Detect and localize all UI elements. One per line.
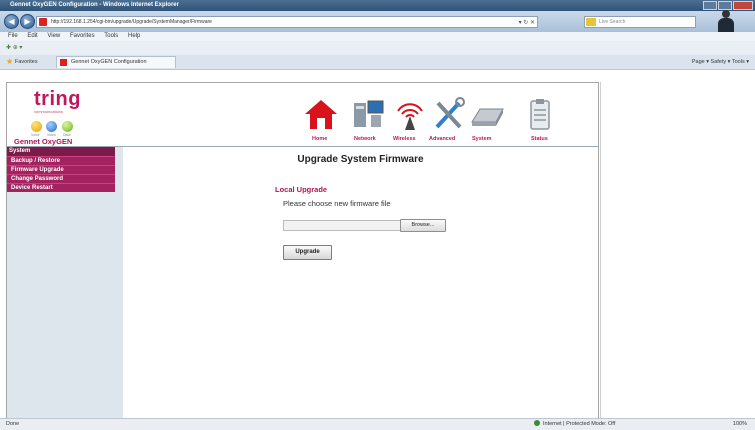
window-title: Gennet OxyGEN Configuration - Windows In… bbox=[10, 2, 179, 8]
menu-bar: File Edit View Favorites Tools Help bbox=[0, 32, 755, 41]
favorites-star-icon[interactable]: ★ bbox=[6, 55, 13, 69]
zone-text: Internet | Protected Mode: Off bbox=[543, 421, 616, 427]
globe-icon bbox=[534, 420, 540, 426]
favorites-label[interactable]: Favorites bbox=[15, 55, 38, 69]
browser-tab[interactable]: Gennet OxyGEN Configuration bbox=[56, 56, 176, 68]
tring-logo: tring bbox=[34, 88, 81, 110]
tab-label: Gennet OxyGEN Configuration bbox=[71, 59, 147, 65]
search-placeholder: Live Search bbox=[599, 19, 626, 25]
network-icon[interactable] bbox=[351, 97, 387, 131]
window-titlebar: Gennet OxyGEN Configuration - Windows In… bbox=[0, 0, 755, 11]
security-zone: Internet | Protected Mode: Off bbox=[534, 419, 615, 430]
router-icon[interactable] bbox=[469, 97, 505, 131]
site-favicon-icon bbox=[39, 18, 47, 26]
voice-dot-icon bbox=[31, 121, 42, 132]
sidebar-header: System bbox=[7, 147, 115, 156]
menu-edit[interactable]: Edit bbox=[27, 33, 37, 39]
page-title: Upgrade System Firmware bbox=[297, 154, 424, 165]
search-provider-icon bbox=[586, 18, 596, 26]
upgrade-button[interactable]: Upgrade bbox=[283, 245, 332, 260]
search-box[interactable]: Live Search bbox=[584, 16, 696, 28]
menu-favorites[interactable]: Favorites bbox=[70, 33, 95, 39]
product-name: Gennet OxyGEN bbox=[14, 137, 73, 146]
status-text: Done bbox=[6, 421, 20, 427]
refresh-stop-icon[interactable]: ▾ ↻ ✕ bbox=[519, 18, 535, 28]
section-heading: Local Upgrade bbox=[275, 185, 328, 194]
zoom-level[interactable]: 100% bbox=[733, 419, 747, 430]
convert-icon[interactable]: ✚ ⊕ ▾ bbox=[6, 45, 22, 51]
page-header: tring communications Voice Video Data Ge… bbox=[7, 83, 598, 147]
router-config-page: tring communications Voice Video Data Ge… bbox=[6, 82, 599, 419]
sidebar: System Backup / Restore Firmware Upgrade… bbox=[7, 147, 123, 419]
forward-button[interactable]: ▶ bbox=[20, 14, 35, 29]
person-overlay-icon bbox=[715, 3, 737, 32]
firmware-prompt: Please choose new firmware file bbox=[283, 199, 391, 208]
menu-help[interactable]: Help bbox=[128, 33, 140, 39]
command-row: ✚ ⊕ ▾ bbox=[0, 41, 755, 55]
address-url: http://192.168.1.254/cgi-bin/upgrade/Upg… bbox=[51, 19, 212, 25]
menu-tools[interactable]: Tools bbox=[104, 33, 118, 39]
right-blank-area bbox=[600, 82, 755, 418]
command-tools[interactable]: Page ▾ Safety ▾ Tools ▾ bbox=[692, 55, 749, 69]
menu-file[interactable]: File bbox=[8, 33, 18, 39]
nav-status[interactable]: Status bbox=[531, 136, 548, 142]
address-row: ◀ ▶ http://192.168.1.254/cgi-bin/upgrade… bbox=[0, 10, 755, 32]
tools-icon[interactable] bbox=[431, 97, 467, 131]
data-dot-icon bbox=[62, 121, 73, 132]
tab-favicon-icon bbox=[60, 59, 67, 66]
sidebar-item-change-password[interactable]: Change Password bbox=[7, 174, 115, 183]
favorites-bar: ★ Favorites Gennet OxyGEN Configuration … bbox=[0, 55, 755, 70]
logo-subtitle: communications bbox=[34, 109, 63, 114]
home-icon[interactable] bbox=[303, 97, 339, 131]
status-bar: Done Internet | Protected Mode: Off 100% bbox=[0, 418, 755, 430]
nav-home[interactable]: Home bbox=[312, 136, 327, 142]
address-bar[interactable]: http://192.168.1.254/cgi-bin/upgrade/Upg… bbox=[36, 16, 538, 28]
firmware-file-input[interactable] bbox=[283, 220, 401, 231]
sidebar-item-backup-restore[interactable]: Backup / Restore bbox=[7, 156, 115, 165]
nav-advanced[interactable]: Advanced bbox=[429, 136, 455, 142]
nav-system[interactable]: System bbox=[472, 136, 492, 142]
main-content: Upgrade System Firmware Local Upgrade Pl… bbox=[123, 147, 598, 419]
menu-view[interactable]: View bbox=[47, 33, 60, 39]
nav-wireless[interactable]: Wireless bbox=[393, 136, 416, 142]
sidebar-item-firmware-upgrade[interactable]: Firmware Upgrade bbox=[7, 165, 115, 174]
nav-network[interactable]: Network bbox=[354, 136, 376, 142]
page-viewport: tring communications Voice Video Data Ge… bbox=[0, 70, 755, 419]
clipboard-icon[interactable] bbox=[522, 97, 558, 131]
wireless-icon[interactable] bbox=[392, 97, 428, 131]
video-dot-icon bbox=[46, 121, 57, 132]
back-button[interactable]: ◀ bbox=[4, 14, 19, 29]
sidebar-item-device-restart[interactable]: Device Restart bbox=[7, 183, 115, 192]
browse-button[interactable]: Browse... bbox=[400, 219, 446, 232]
